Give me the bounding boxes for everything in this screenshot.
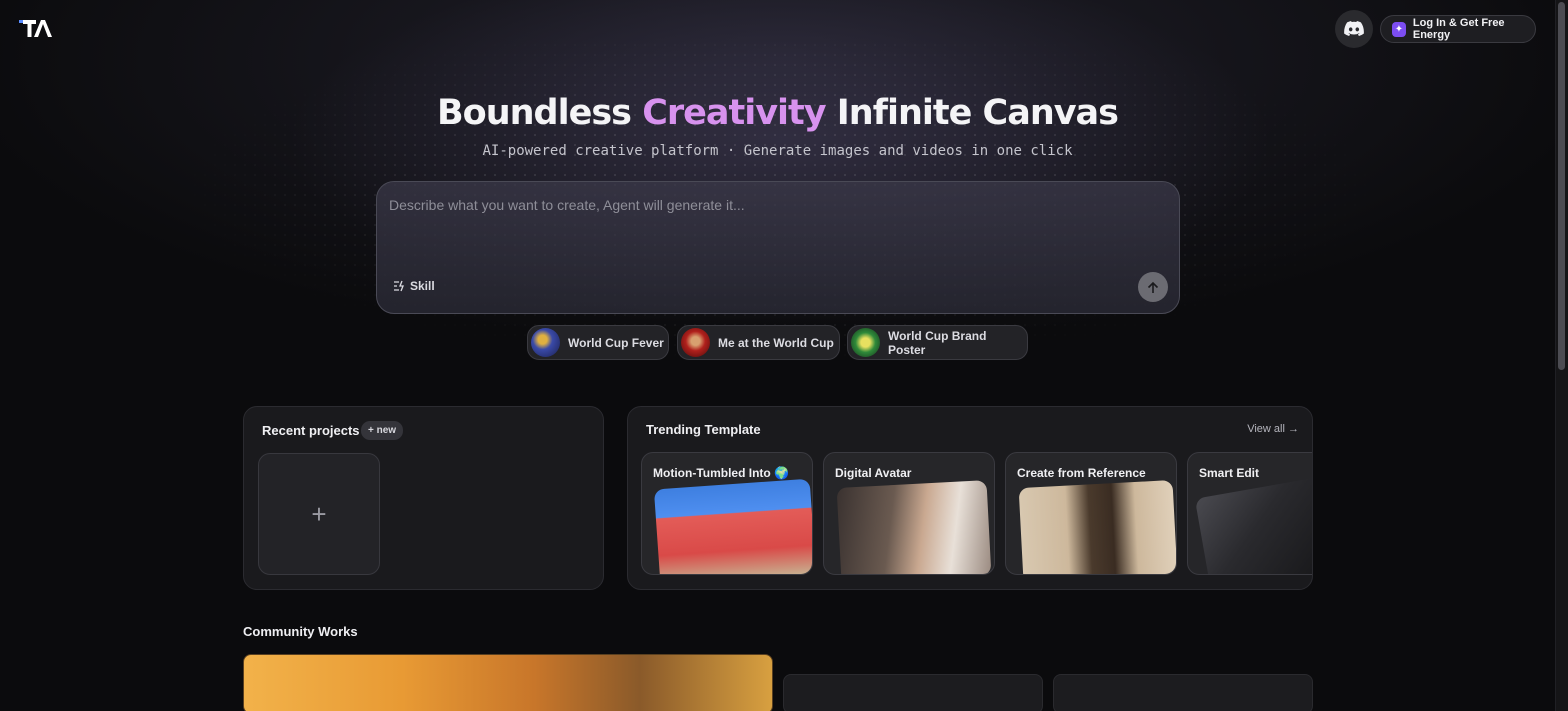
trending-template-title: Trending Template [646, 422, 761, 437]
template-image [653, 478, 812, 574]
template-image [836, 480, 992, 574]
new-project-button[interactable]: + [258, 453, 380, 575]
title-accent: Creativity [642, 93, 826, 133]
title-part2: Infinite Canvas [825, 93, 1119, 133]
template-label: Digital Avatar [835, 466, 912, 480]
discord-icon [1344, 21, 1364, 36]
chip-label: World Cup Brand Poster [887, 328, 987, 357]
discord-button[interactable] [1335, 10, 1373, 48]
chip-thumbnail [681, 328, 710, 357]
new-project-badge[interactable]: + new [361, 421, 404, 440]
recent-projects-title: Recent projects [262, 423, 360, 438]
skill-icon [394, 280, 404, 292]
skill-button[interactable]: Skill [393, 279, 435, 293]
template-label: Create from Reference [1017, 466, 1146, 480]
community-card[interactable] [243, 654, 773, 711]
chip-me-at-world-cup[interactable]: Me at the World Cup [677, 325, 840, 360]
scrollbar-thumb[interactable] [1558, 2, 1565, 370]
community-works-title: Community Works [243, 624, 358, 639]
page-scrollbar[interactable] [1555, 0, 1568, 711]
prompt-input[interactable]: Describe what you want to create, Agent … [376, 181, 1180, 314]
template-card-create-from-reference[interactable]: Create from Reference [1005, 452, 1177, 575]
sparkle-icon: ✦ [1392, 21, 1406, 37]
login-button[interactable]: ✦ Log In & Get Free Energy [1380, 15, 1536, 43]
template-label: Motion-Tumbled Into 🌍 [653, 466, 790, 480]
template-card-digital-avatar[interactable]: Digital Avatar [823, 452, 995, 575]
page-subtitle: AI-powered creative platform · Generate … [482, 143, 1073, 159]
view-all-label: View all [1247, 423, 1285, 435]
chip-thumbnail [851, 328, 880, 357]
title-part1: Boundless [437, 93, 643, 133]
chip-world-cup-brand-poster[interactable]: World Cup Brand Poster [847, 325, 1028, 360]
template-card-motion[interactable]: Motion-Tumbled Into 🌍 [641, 452, 813, 575]
ta-logo-icon[interactable] [19, 18, 53, 40]
plus-icon: + [311, 498, 327, 529]
community-card[interactable] [1053, 674, 1313, 711]
community-card[interactable] [783, 674, 1043, 711]
login-label: Log In & Get Free Energy [1412, 17, 1505, 41]
arrow-up-icon [1147, 281, 1159, 293]
chip-world-cup-fever[interactable]: World Cup Fever [527, 325, 669, 360]
view-all-link[interactable]: View all → [1247, 423, 1299, 435]
chip-label: World Cup Fever [568, 335, 664, 350]
template-card-smart-edit[interactable]: Smart Edit [1187, 452, 1312, 575]
arrow-right-icon: → [1288, 423, 1299, 435]
page-title: Boundless Creativity Infinite Canvas [0, 93, 1555, 133]
trending-template-panel: Trending Template View all → Motion-Tumb… [627, 406, 1313, 590]
template-label: Smart Edit [1199, 466, 1260, 480]
template-image [1018, 480, 1176, 574]
template-image [1194, 474, 1312, 574]
chip-thumbnail [531, 328, 560, 357]
recent-projects-panel: Recent projects + new + [243, 406, 604, 590]
send-button[interactable] [1138, 272, 1168, 302]
prompt-placeholder: Describe what you want to create, Agent … [389, 197, 745, 213]
skill-label: Skill [410, 279, 435, 293]
chip-label: Me at the World Cup [718, 335, 834, 350]
